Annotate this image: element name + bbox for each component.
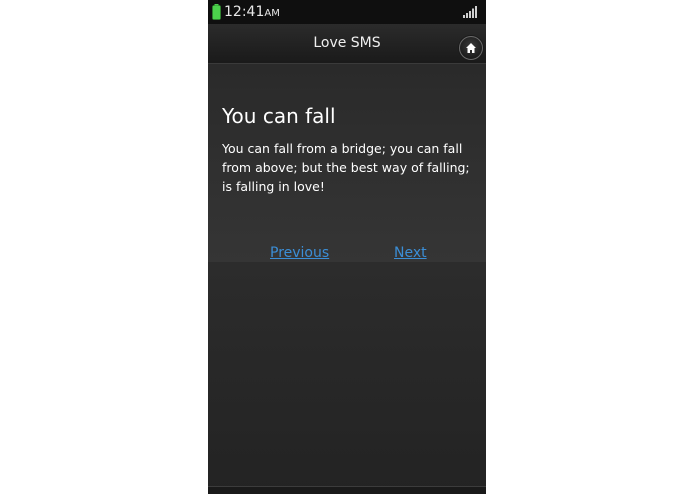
status-bar: 12:41AM	[208, 0, 486, 24]
clock-ampm: AM	[264, 8, 280, 19]
battery-icon	[212, 4, 221, 20]
message-body: You can fall from a bridge; you can fall…	[222, 141, 470, 194]
clock-time: 12:41	[224, 4, 265, 20]
phone-screen: 12:41AM Love SMS You can fall You can fa…	[208, 0, 486, 494]
status-clock: 12:41AM	[224, 4, 280, 22]
previous-link[interactable]: Previous	[270, 244, 329, 262]
signal-icon	[463, 6, 477, 18]
message-panel: You can fall You can fall from a bridge;…	[208, 64, 486, 262]
bottom-edge	[208, 486, 486, 494]
message-title: You can fall	[222, 104, 336, 128]
empty-content-area	[208, 262, 486, 494]
next-link[interactable]: Next	[394, 244, 427, 262]
app-title: Love SMS	[313, 35, 381, 51]
home-button[interactable]	[459, 36, 483, 60]
home-icon	[466, 43, 476, 53]
app-header: Love SMS	[208, 24, 486, 64]
